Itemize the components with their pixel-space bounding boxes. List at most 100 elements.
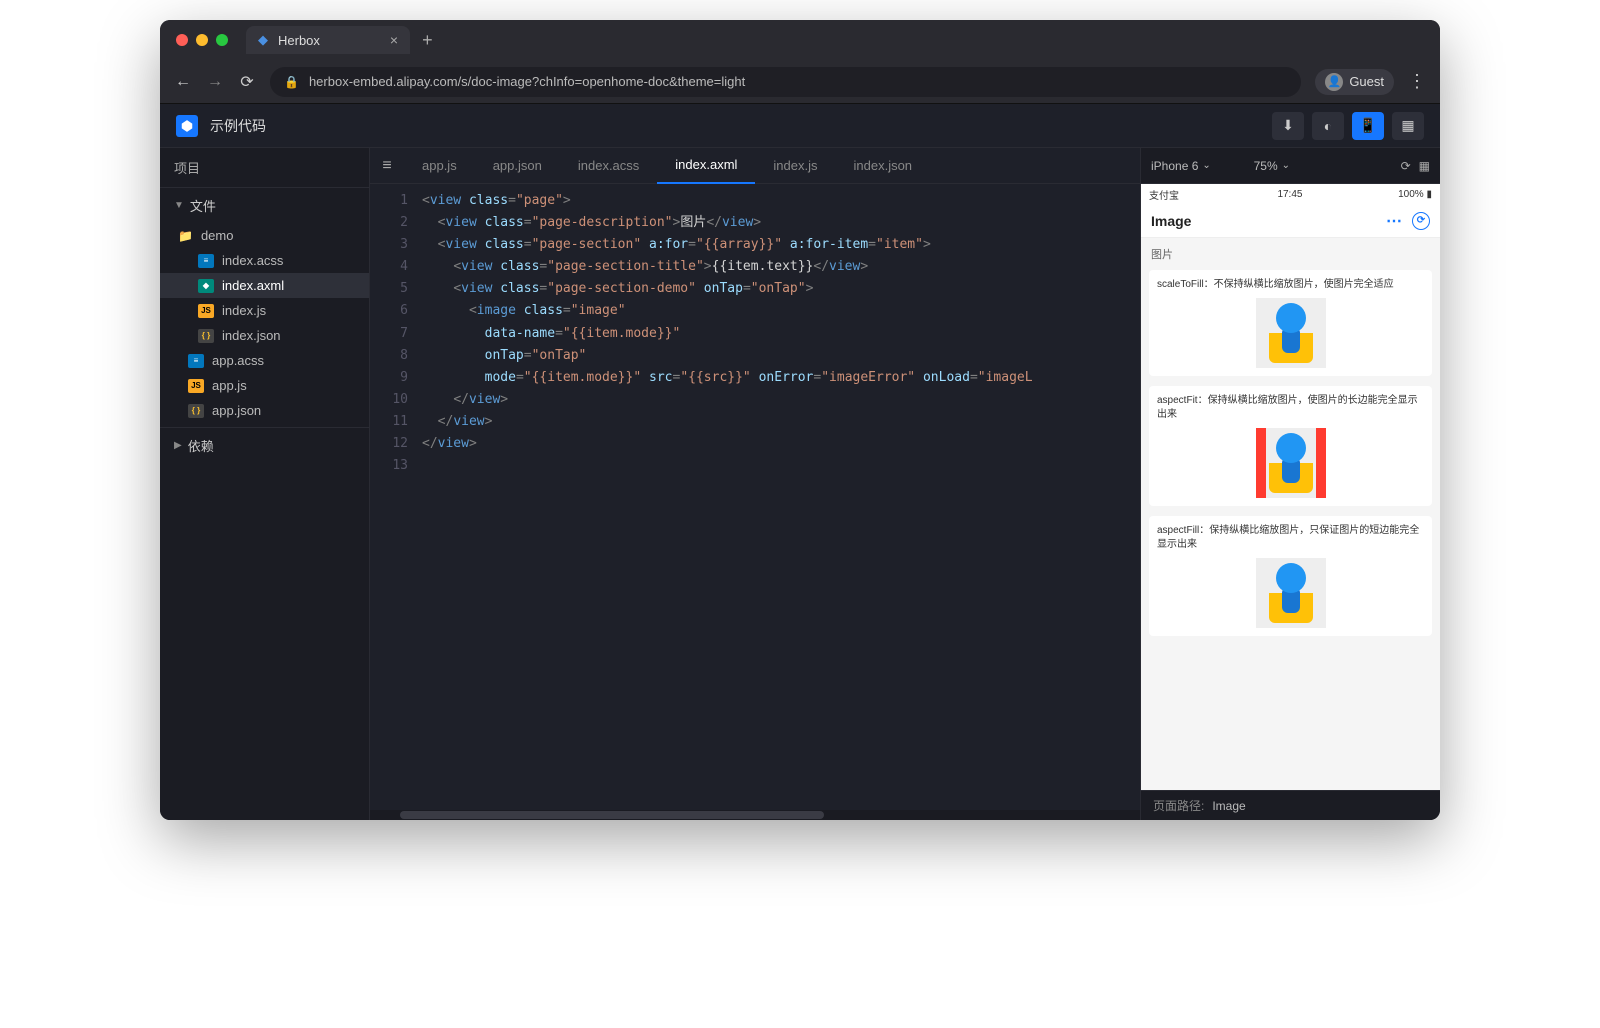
forward-button[interactable]: → [206, 73, 224, 91]
code-line[interactable]: 5 <view class="page-section-demo" onTap=… [370, 278, 1140, 300]
folder-demo[interactable]: 📁 demo [160, 223, 369, 248]
json-file-icon: { } [188, 404, 204, 418]
traffic-lights [176, 34, 228, 46]
header-buttons: ⬇ ◐ 📱 ▦ [1272, 112, 1424, 140]
status-time: 17:45 [1277, 189, 1302, 200]
code-line[interactable]: 7 data-name="{{item.mode}}" [370, 323, 1140, 345]
editor-tab-index-acss[interactable]: index.acss [560, 148, 657, 184]
preview-card: scaleToFill：不保持纵横比缩放图片，使图片完全适应 [1149, 270, 1432, 376]
editor-tab-app-js[interactable]: app.js [404, 148, 475, 184]
close-window-button[interactable] [176, 34, 188, 46]
browser-window: ◆ Herbox × + ← → ⟳ 🔒 herbox-embed.alipay… [160, 20, 1440, 820]
css-file-icon: ≡ [188, 354, 204, 368]
files-label: 文件 [190, 196, 216, 215]
footer-label: 页面路径: [1153, 797, 1204, 814]
sidebar-project-label: 项目 [160, 148, 369, 188]
sidebar: 项目 ▼ 文件 📁 demo ≡index.acss◆index.axmlJSi… [160, 148, 370, 820]
theme-button[interactable]: ◐ [1312, 112, 1344, 140]
card-title: scaleToFill：不保持纵横比缩放图片，使图片完全适应 [1157, 278, 1424, 292]
grid-layout-button[interactable]: ▦ [1419, 159, 1430, 173]
preview-card: aspectFill：保持纵横比缩放图片，只保证图片的短边能完全显示出来 [1149, 516, 1432, 636]
browser-menu-button[interactable]: ⋮ [1408, 71, 1426, 92]
code-line[interactable]: 3 <view class="page-section" a:for="{{ar… [370, 234, 1140, 256]
minimize-window-button[interactable] [196, 34, 208, 46]
address-bar: ← → ⟳ 🔒 herbox-embed.alipay.com/s/doc-im… [160, 60, 1440, 104]
code-line[interactable]: 12</view> [370, 433, 1140, 455]
sidebar-files-section[interactable]: ▼ 文件 [160, 188, 369, 223]
phone-app-title: Image [1151, 213, 1191, 229]
code-line[interactable]: 8 onTap="onTap" [370, 345, 1140, 367]
js-file-icon: JS [188, 379, 204, 393]
editor-tab-index-axml[interactable]: index.axml [657, 148, 755, 184]
code-line[interactable]: 6 <image class="image" [370, 300, 1140, 322]
code-line[interactable]: 2 <view class="page-description">图片</vie… [370, 212, 1140, 234]
zoom-selector[interactable]: 75% ⌄ [1254, 159, 1290, 173]
sidebar-deps-section[interactable]: ▶ 依赖 [160, 427, 369, 463]
card-image [1157, 558, 1424, 628]
phone-preview-button[interactable]: 📱 [1352, 112, 1384, 140]
back-button[interactable]: ← [174, 73, 192, 91]
tab-favicon: ◆ [258, 32, 268, 48]
code-line[interactable]: 13 [370, 455, 1140, 477]
editor-tab-index-json[interactable]: index.json [836, 148, 931, 184]
close-app-icon[interactable]: ⟳ [1412, 212, 1430, 230]
file-app-acss[interactable]: ≡app.acss [160, 348, 369, 373]
card-title: aspectFill：保持纵横比缩放图片，只保证图片的短边能完全显示出来 [1157, 524, 1424, 552]
phone-simulator: 支付宝 ⁠ 17:45 100% ▮ Image ⋯ ⟳ 图片 scaleToF… [1141, 184, 1440, 790]
device-selector[interactable]: iPhone 6 ⌄ [1151, 159, 1246, 173]
footer-value: Image [1212, 799, 1245, 813]
code-line[interactable]: 11 </view> [370, 411, 1140, 433]
new-tab-button[interactable]: + [422, 30, 433, 51]
device-name: iPhone 6 [1151, 159, 1198, 173]
json-file-icon: { } [198, 329, 214, 343]
app-header: 示例代码 ⬇ ◐ 📱 ▦ [160, 104, 1440, 148]
card-image [1157, 428, 1424, 498]
download-button[interactable]: ⬇ [1272, 112, 1304, 140]
css-file-icon: ≡ [198, 254, 214, 268]
file-index-acss[interactable]: ≡index.acss [160, 248, 369, 273]
file-app-json[interactable]: { }app.json [160, 398, 369, 423]
editor-tab-index-js[interactable]: index.js [755, 148, 835, 184]
horizontal-scrollbar[interactable] [370, 810, 1140, 820]
qr-button[interactable]: ▦ [1392, 112, 1424, 140]
phone-app-header: Image ⋯ ⟳ [1141, 204, 1440, 238]
card-title: aspectFit：保持纵横比缩放图片，使图片的长边能完全显示出来 [1157, 394, 1424, 422]
reload-button[interactable]: ⟳ [238, 72, 256, 92]
app-logo-icon [176, 115, 198, 137]
close-tab-icon[interactable]: × [390, 32, 398, 48]
browser-tab[interactable]: ◆ Herbox × [246, 26, 410, 54]
url-input[interactable]: 🔒 herbox-embed.alipay.com/s/doc-image?ch… [270, 67, 1301, 97]
js-file-icon: JS [198, 304, 214, 318]
refresh-preview-button[interactable]: ⟳ [1401, 159, 1411, 173]
file-name: index.json [222, 328, 281, 343]
caret-down-icon: ▼ [174, 200, 184, 211]
status-battery: 100% ▮ [1398, 189, 1432, 200]
section-label: 图片 [1141, 238, 1440, 270]
chevron-down-icon: ⌄ [1202, 160, 1210, 171]
maximize-window-button[interactable] [216, 34, 228, 46]
code-editor[interactable]: 1<view class="page">2 <view class="page-… [370, 184, 1140, 810]
file-index-js[interactable]: JSindex.js [160, 298, 369, 323]
caret-right-icon: ▶ [174, 440, 182, 451]
code-line[interactable]: 4 <view class="page-section-title">{{ite… [370, 256, 1140, 278]
more-icon[interactable]: ⋯ [1386, 211, 1402, 231]
status-carrier: 支付宝 ⁠ [1149, 187, 1182, 202]
folder-icon: 📁 [178, 229, 193, 243]
profile-button[interactable]: 👤 Guest [1315, 69, 1394, 95]
main-area: 项目 ▼ 文件 📁 demo ≡index.acss◆index.axmlJSi… [160, 148, 1440, 820]
file-index-json[interactable]: { } index.json [160, 323, 369, 348]
file-index-axml[interactable]: ◆index.axml [160, 273, 369, 298]
file-name: index.axml [222, 278, 284, 293]
chevron-down-icon: ⌄ [1282, 160, 1290, 171]
preview-footer: 页面路径: Image [1141, 790, 1440, 820]
editor-menu-icon[interactable]: ≡ [370, 157, 404, 175]
phone-status-bar: 支付宝 ⁠ 17:45 100% ▮ [1141, 184, 1440, 204]
code-line[interactable]: 9 mode="{{item.mode}}" src="{{src}}" onE… [370, 367, 1140, 389]
file-name: app.js [212, 378, 247, 393]
code-line[interactable]: 1<view class="page"> [370, 190, 1140, 212]
editor-panel: ≡ app.jsapp.jsonindex.acssindex.axmlinde… [370, 148, 1140, 820]
preview-toolbar: iPhone 6 ⌄ 75% ⌄ ⟳ ▦ [1141, 148, 1440, 184]
editor-tab-app-json[interactable]: app.json [475, 148, 560, 184]
file-app-js[interactable]: JS app.js [160, 373, 369, 398]
code-line[interactable]: 10 </view> [370, 389, 1140, 411]
